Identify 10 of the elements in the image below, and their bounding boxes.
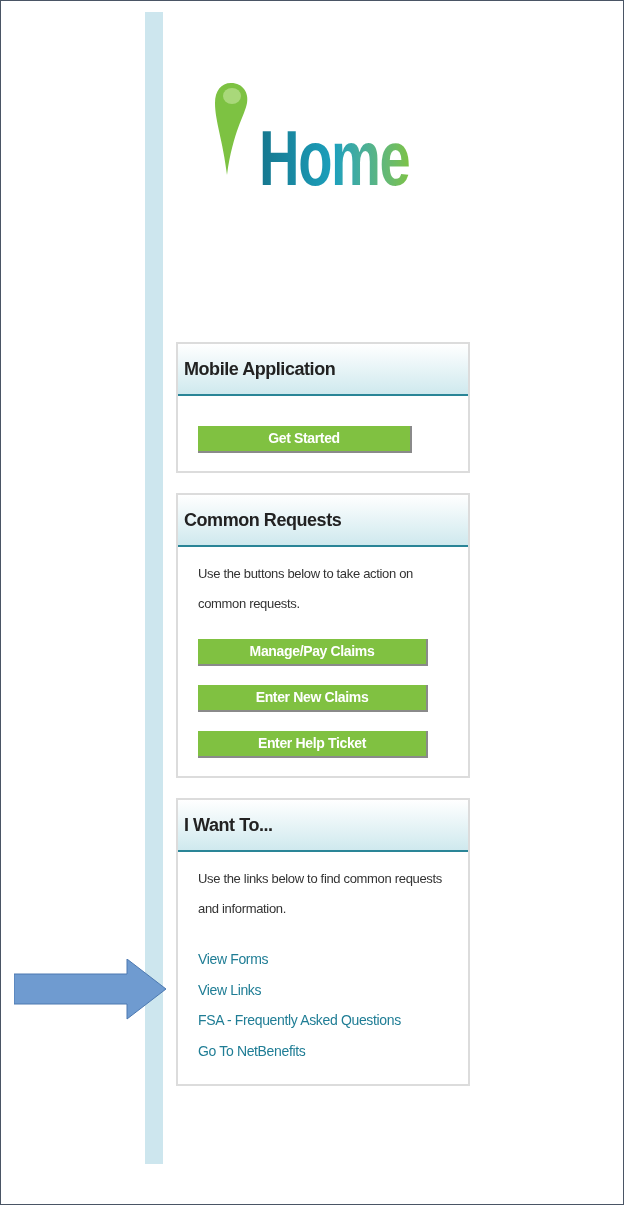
description-text: Use the links below to find common requests and information. <box>198 870 443 918</box>
panel-title: Common Requests <box>184 508 342 532</box>
panel-title: I Want To... <box>184 813 273 837</box>
link[interactable]: Go To NetBenefits <box>198 1035 306 1066</box>
link[interactable]: View Forms <box>198 944 269 975</box>
link[interactable]: FSA - Frequently Asked Questions <box>198 1005 401 1036</box>
link[interactable]: View Links <box>198 974 262 1005</box>
arrow-icon <box>14 959 167 1020</box>
description-text: Use the buttons below to take action on common requests. <box>198 565 414 613</box>
panel-title: Mobile Application <box>184 357 336 381</box>
